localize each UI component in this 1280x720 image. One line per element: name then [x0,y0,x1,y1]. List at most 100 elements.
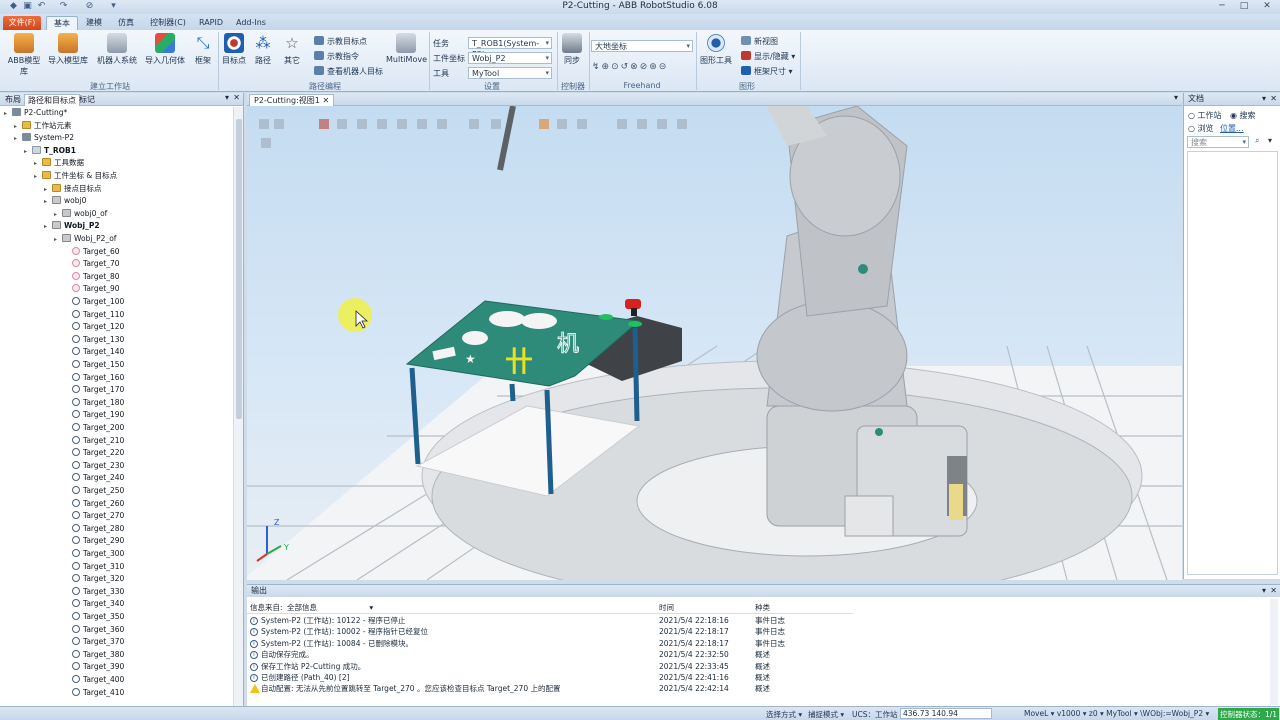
col-time-header[interactable]: 时间 [659,602,674,613]
radio-station[interactable]: ○ 工作站 [1188,110,1222,121]
search-options-icon[interactable]: ▾ [1268,136,1272,145]
tree-item[interactable]: Target_120 [64,321,124,333]
tree-item[interactable]: Target_210 [64,435,124,447]
tab-layout[interactable]: 布局 [2,94,24,106]
tree-item[interactable]: ▸ Wobj_P2_of [54,233,116,245]
tab-modeling[interactable]: 建模 [80,16,108,30]
tree-item[interactable]: Target_160 [64,372,124,384]
tree-item[interactable]: Target_310 [64,561,124,573]
multimove-button[interactable]: MultiMove [386,33,427,64]
radio-browse[interactable]: ○ 浏览 [1188,123,1214,134]
controller-status-badge[interactable]: 控制器状态：1/1 [1218,708,1280,720]
tree-item[interactable]: Target_270 [64,510,124,522]
log-row[interactable]: i System-P2 (工作站): 10002 - 程序指针已经复位 2021/5… [247,626,1267,637]
tree-item[interactable]: Target_200 [64,422,124,434]
expand-icon[interactable]: ▸ [54,234,62,246]
tree-item[interactable]: Target_90 [64,283,120,295]
tree-item[interactable]: ▸ T_ROB1 [24,145,76,157]
expand-icon[interactable]: ▸ [14,121,22,133]
wobj-select[interactable]: Wobj_P2 [468,52,552,64]
view-menu-icon[interactable]: ▾ [1174,93,1178,102]
pane-close-icon[interactable]: ✕ [1270,93,1277,105]
tree-item[interactable]: Target_260 [64,498,124,510]
location-link[interactable]: 位置... [1220,123,1244,134]
tree-item[interactable]: Target_370 [64,636,124,648]
tree-item[interactable]: ▸ P2-Cutting* [4,107,67,119]
new-view-button[interactable]: 新视图 [741,36,778,47]
tree-item[interactable]: Target_350 [64,611,124,623]
tree-item[interactable]: Target_130 [64,334,124,346]
tree-item[interactable]: Target_170 [64,384,124,396]
scrollbar-thumb[interactable] [236,119,242,419]
freehand-tools[interactable]: ↯⊕⊙↺⊗⊘⊛⊝ [592,62,668,72]
tab-view1[interactable]: P2-Cutting:视图1 ✕ [249,94,335,106]
minimize-button[interactable]: ─ [1212,0,1232,13]
pane-close-icon[interactable]: ✕ [1270,585,1277,597]
tree-item[interactable]: Target_140 [64,346,124,358]
abb-library-button[interactable]: ABB模型库 [4,33,44,77]
expand-icon[interactable]: ▸ [34,171,42,183]
tree-item[interactable]: Target_340 [64,598,124,610]
output-scrollbar[interactable] [1270,599,1278,705]
tree-item[interactable]: Target_230 [64,460,124,472]
expand-icon[interactable]: ▸ [14,133,22,145]
tree-item[interactable]: Target_400 [64,674,124,686]
log-row[interactable]: i 自动保存完成。 2021/5/4 22:32:50 概述 [247,649,1267,660]
log-row[interactable]: 自动配置: 无法从先前位置跳转至 Target_270 。您应该检查目标点 Ta… [247,683,1267,694]
reference-frame-select[interactable]: 大地坐标 [591,40,693,52]
tree-item[interactable]: ▸ System-P2 [14,132,74,144]
tree-item[interactable]: Target_180 [64,397,124,409]
robot-system-button[interactable]: 机器人系统 [94,33,140,66]
3d-viewport[interactable]: ★ 卄 机 Z Y [247,106,1182,580]
tree-item[interactable]: Target_300 [64,548,124,560]
tree-item[interactable]: ▸ 工作站元素 [14,120,72,132]
tab-file[interactable]: 文件(F) [3,16,41,30]
pane-menu-icon[interactable]: ▾ [1262,93,1266,105]
tab-rapid[interactable]: RAPID [194,16,228,30]
tab-close-icon[interactable]: ✕ [322,96,329,105]
tab-add-ins[interactable]: Add-Ins [232,16,270,30]
tree-item[interactable]: Target_410 [64,687,124,699]
maximize-button[interactable]: □ [1234,0,1254,13]
sync-button[interactable]: 同步 [560,33,584,66]
expand-icon[interactable]: ▸ [34,158,42,170]
filter-select[interactable]: 全部信息 ▾ [287,602,373,613]
expand-icon[interactable]: ▸ [24,146,32,158]
search-icon[interactable]: ⌕ [1255,136,1259,146]
snap-mode[interactable]: 捕捉模式 ▾ [808,709,844,720]
tree-item[interactable]: ▸ Wobj_P2 [44,220,100,232]
log-row[interactable]: i 已创建路径 (Path_40) [2] 2021/5/4 22:41:16 概述 [247,672,1267,683]
expand-icon[interactable]: ▸ [4,108,12,120]
tree-item[interactable]: ▸ 接点目标点 [44,183,102,195]
task-select[interactable]: T_ROB1(System-P2) [468,37,552,59]
tree-item[interactable]: ▸ wobj0_of [54,208,107,220]
tab-paths-targets[interactable]: 路径和目标点 [24,94,80,106]
tool-select[interactable]: MyTool [468,67,552,79]
log-row[interactable]: i 保存工作站 P2-Cutting 成功。 2021/5/4 22:33:45 概述 [247,661,1267,672]
search-input[interactable]: 搜索 [1187,136,1249,148]
expand-icon[interactable]: ▸ [44,196,52,208]
teach-instruction-button[interactable]: 示教指令 [314,51,359,62]
tree-item[interactable]: Target_220 [64,447,124,459]
show-hide-button[interactable]: 显示/隐藏 ▾ [741,51,795,62]
view-robot-target-button[interactable]: 查看机器人目标 [314,66,383,77]
tree-item[interactable]: Target_60 [64,246,120,258]
tree-item[interactable]: Target_290 [64,535,124,547]
tree-item[interactable]: Target_280 [64,523,124,535]
expand-icon[interactable]: ▸ [54,209,62,221]
tree-item[interactable]: Target_80 [64,271,120,283]
frame-size-button[interactable]: 框架尺寸 ▾ [741,66,793,77]
tree-item[interactable]: Target_360 [64,624,124,636]
expand-icon[interactable]: ▸ [44,221,52,233]
tree-item[interactable]: ▸ wobj0 [44,195,86,207]
move-instruction-settings[interactable]: MoveL ▾ v1000 ▾ z0 ▾ MyTool ▾ \WObj:=Wob… [1024,709,1209,718]
select-mode[interactable]: 选择方式 ▾ [766,709,802,720]
other-button[interactable]: ☆ 其它 [279,33,305,66]
tab-tags[interactable]: 标记 [76,94,98,106]
tree-item[interactable]: ▸ 工具数据 [34,157,84,169]
target-button[interactable]: 目标点 [220,33,248,66]
import-geometry-button[interactable]: 导入几何体 [142,33,188,66]
tree-item[interactable]: ▸ 工件坐标 & 目标点 [34,170,117,182]
tree-item[interactable]: Target_110 [64,309,124,321]
radio-search[interactable]: ◉ 搜索 [1230,110,1256,121]
